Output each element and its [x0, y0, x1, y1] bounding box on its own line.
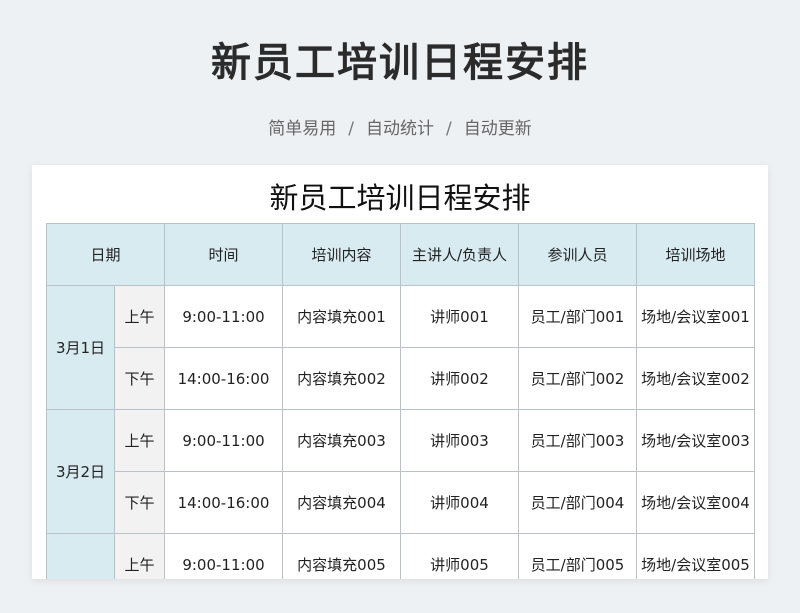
- column-header-time: 时间: [164, 223, 283, 286]
- lecturer-cell: 讲师003: [400, 409, 519, 472]
- content-cell: 内容填充005: [282, 533, 401, 579]
- date-cell: 3月1日: [46, 285, 115, 410]
- period-cell: 下午: [114, 471, 165, 534]
- attendees-cell: 员工/部门003: [518, 409, 637, 472]
- column-header-date: 日期: [46, 223, 165, 286]
- time-cell: 9:00-11:00: [164, 285, 283, 348]
- date-cell: 3月2日: [46, 409, 115, 534]
- period-cell: 上午: [114, 409, 165, 472]
- feature-tag: 自动更新: [463, 119, 532, 139]
- time-cell: 9:00-11:00: [164, 533, 283, 579]
- table-row: 下午 14:00-16:00 内容填充004 讲师004 员工/部门004 场地…: [47, 471, 755, 534]
- content-cell: 内容填充004: [282, 471, 401, 534]
- column-header-content: 培训内容: [282, 223, 401, 286]
- content-cell: 内容填充001: [282, 285, 401, 348]
- sheet-title: 新员工培训日程安排: [269, 181, 531, 215]
- time-cell: 14:00-16:00: [164, 347, 283, 410]
- time-cell: 14:00-16:00: [164, 471, 283, 534]
- table-row: 上午 9:00-11:00 内容填充005 讲师005 员工/部门005 场地/…: [46, 533, 755, 579]
- venue-cell: 场地/会议室005: [636, 533, 755, 579]
- attendees-cell: 员工/部门005: [518, 533, 637, 579]
- column-header-attendees: 参训人员: [518, 223, 637, 286]
- venue-cell: 场地/会议室003: [636, 409, 755, 472]
- attendees-cell: 员工/部门004: [518, 471, 637, 534]
- tag-separator: /: [348, 119, 354, 139]
- lecturer-cell: 讲师001: [400, 285, 519, 348]
- column-header-venue: 培训场地: [636, 223, 755, 286]
- table-row: 下午 14:00-16:00 内容填充002 讲师002 员工/部门002 场地…: [47, 347, 755, 410]
- table-row: 3月2日 上午 9:00-11:00 内容填充003 讲师003 员工/部门00…: [46, 409, 755, 534]
- content-cell: 内容填充003: [282, 409, 401, 472]
- date-cell: [46, 533, 115, 579]
- venue-cell: 场地/会议室004: [636, 471, 755, 534]
- lecturer-cell: 讲师002: [400, 347, 519, 410]
- period-cell: 上午: [114, 533, 165, 579]
- table-header-row: 日期 时间 培训内容 主讲人/负责人 参训人员 培训场地: [46, 223, 755, 286]
- period-cell: 下午: [114, 347, 165, 410]
- lecturer-cell: 讲师005: [400, 533, 519, 579]
- time-cell: 9:00-11:00: [164, 409, 283, 472]
- period-cell: 上午: [114, 285, 165, 348]
- venue-cell: 场地/会议室002: [636, 347, 755, 410]
- content-cell: 内容填充002: [282, 347, 401, 410]
- feature-tags: 简单易用 / 自动统计 / 自动更新: [0, 114, 800, 139]
- tag-separator: /: [446, 119, 452, 139]
- column-header-lecturer: 主讲人/负责人: [400, 223, 519, 286]
- feature-tag: 自动统计: [366, 119, 434, 139]
- venue-cell: 场地/会议室001: [636, 285, 755, 348]
- page-title: 新员工培训日程安排: [211, 40, 589, 86]
- schedule-table: 日期 时间 培训内容 主讲人/负责人 参训人员 培训场地 3月1日 上午 9:0…: [46, 223, 755, 579]
- lecturer-cell: 讲师004: [400, 471, 519, 534]
- attendees-cell: 员工/部门002: [518, 347, 637, 410]
- spreadsheet-preview: 新员工培训日程安排 日期 时间 培训内容 主讲人/负责人 参训人员 培训场地 3…: [32, 165, 768, 579]
- attendees-cell: 员工/部门001: [518, 285, 637, 348]
- feature-tag: 简单易用: [268, 119, 337, 139]
- table-row: 3月1日 上午 9:00-11:00 内容填充001 讲师001 员工/部门00…: [46, 285, 755, 410]
